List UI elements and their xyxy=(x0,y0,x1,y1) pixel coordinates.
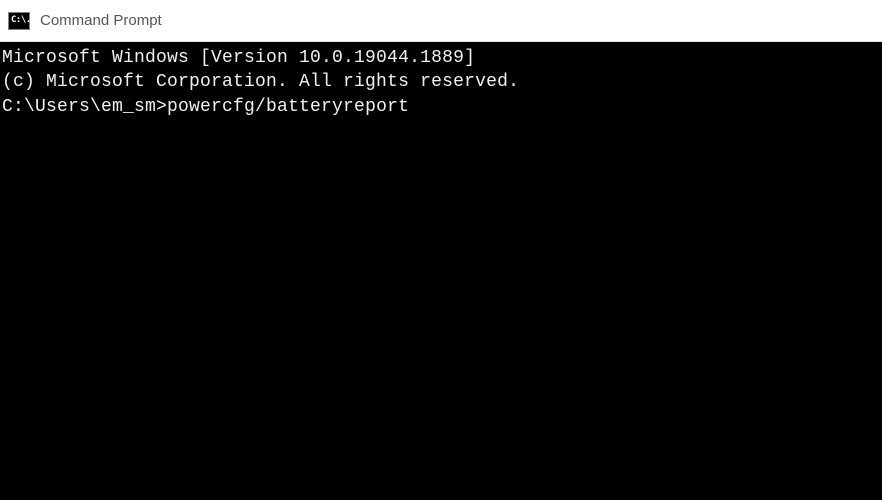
terminal-line: Microsoft Windows [Version 10.0.19044.18… xyxy=(2,46,880,70)
terminal-command-input[interactable]: powercfg/batteryreport xyxy=(167,95,409,119)
terminal-prompt: C:\Users\em_sm> xyxy=(2,95,167,119)
window-title: Command Prompt xyxy=(40,12,162,29)
cmd-icon-text: C:\. xyxy=(11,16,31,25)
terminal-line: (c) Microsoft Corporation. All rights re… xyxy=(2,70,880,94)
terminal-output[interactable]: Microsoft Windows [Version 10.0.19044.18… xyxy=(0,42,882,500)
window-titlebar[interactable]: C:\. Command Prompt xyxy=(0,0,882,42)
terminal-prompt-line: C:\Users\em_sm>powercfg/batteryreport xyxy=(2,95,880,119)
cmd-icon: C:\. xyxy=(8,12,30,30)
